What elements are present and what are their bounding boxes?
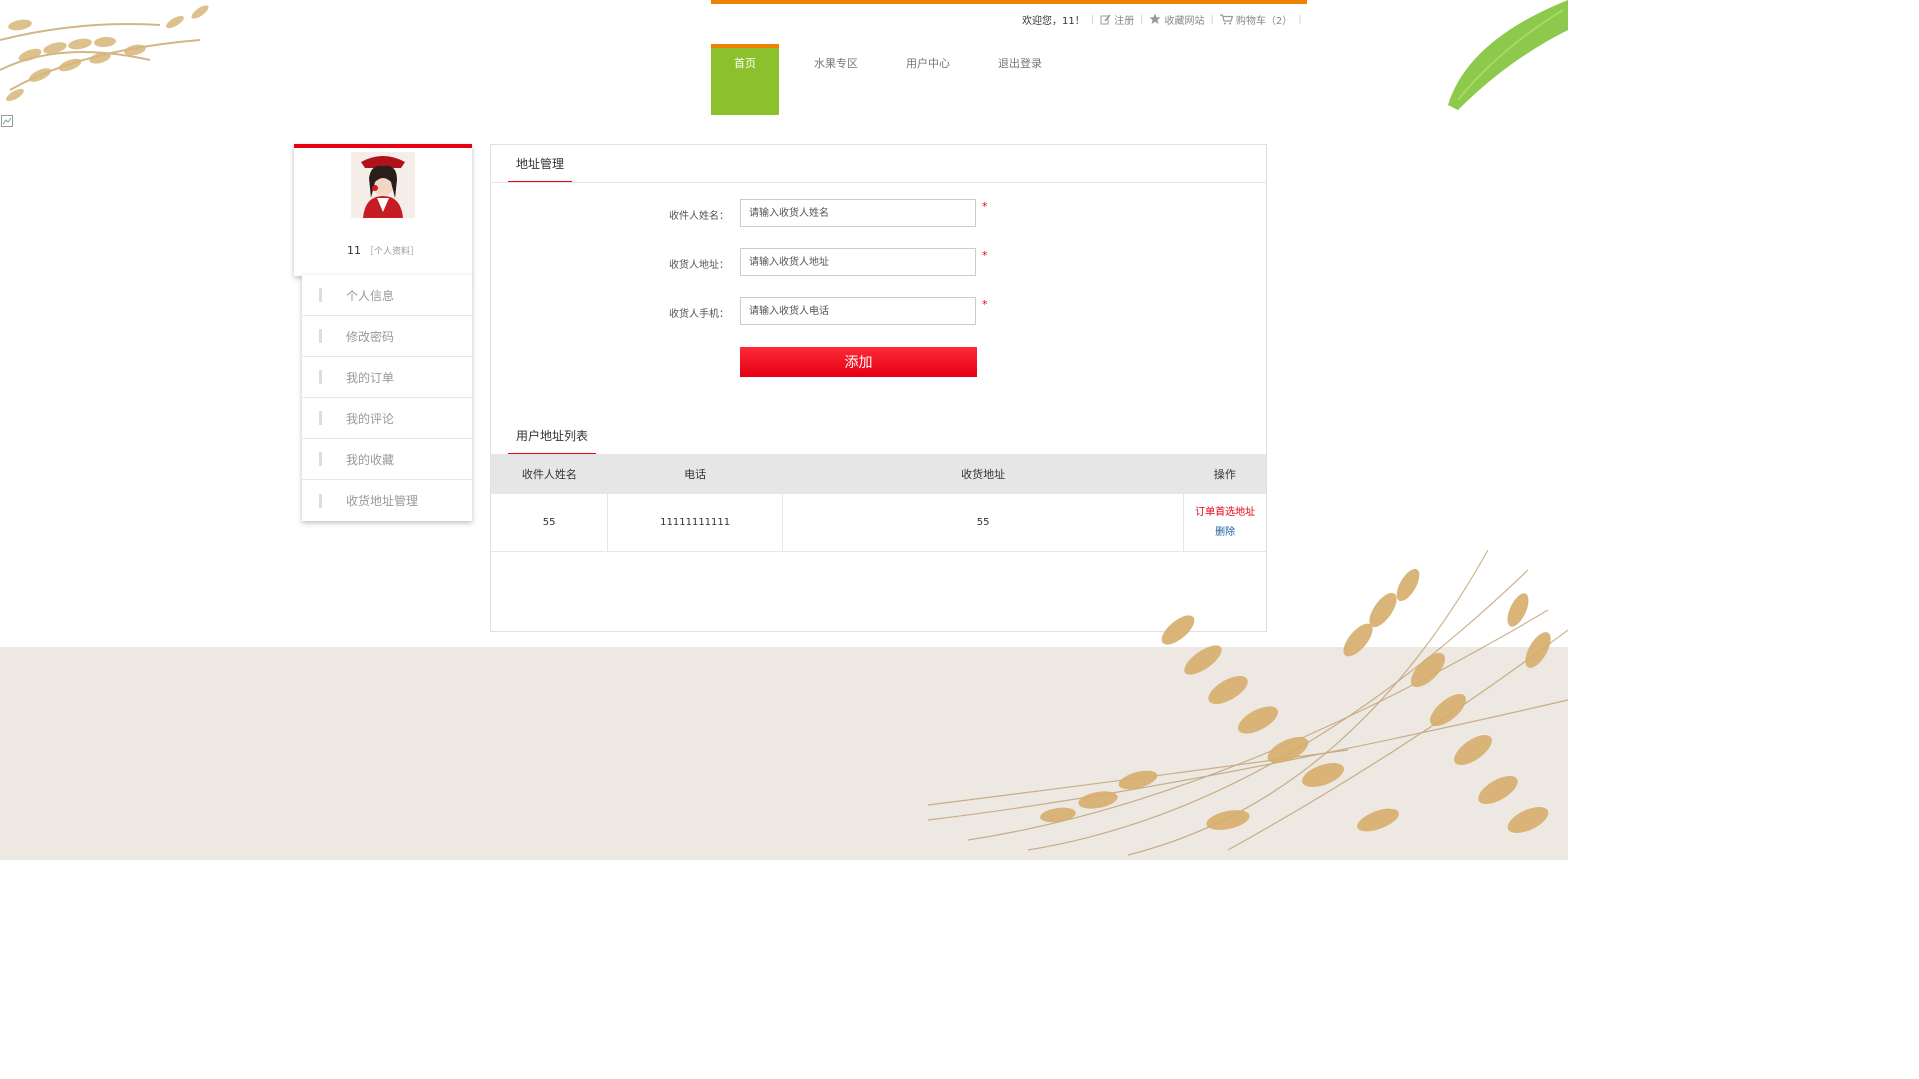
sidebar-item-personal-info[interactable]: 个人信息 <box>302 275 472 316</box>
sidebar-item-change-password[interactable]: 修改密码 <box>302 316 472 357</box>
address-table: 收件人姓名 电话 收货地址 操作 55 11111111111 55 订单首选地… <box>491 454 1266 552</box>
col-header-name: 收件人姓名 <box>491 454 608 494</box>
top-links: 欢迎您，11！ | 注册 | 收藏网站 | 购物车 （2） | <box>1022 12 1302 27</box>
cell-actions: 订单首选地址 删除 <box>1183 494 1266 552</box>
cell-address: 55 <box>782 494 1185 552</box>
receiver-phone-input[interactable] <box>740 297 976 325</box>
col-header-phone: 电话 <box>607 454 783 494</box>
leaf-decoration-top-right <box>1428 0 1568 112</box>
profile-name-line: 11 ［个人资料］ <box>294 244 472 257</box>
add-address-button[interactable]: 添加 <box>740 347 977 377</box>
star-icon <box>1149 13 1161 24</box>
username: 11 <box>346 244 361 257</box>
receiver-name-input[interactable] <box>740 199 976 227</box>
nav-home[interactable]: 首页 <box>711 44 779 115</box>
favorite-site-link[interactable]: 收藏网站 <box>1149 12 1204 27</box>
user-sidebar-menu: 个人信息 修改密码 我的订单 我的评论 我的收藏 收货地址管理 <box>302 275 472 521</box>
table-header-row: 收件人姓名 电话 收货地址 操作 <box>491 454 1266 494</box>
wheat-decoration-top-left <box>0 0 250 110</box>
required-mark: * <box>982 249 988 262</box>
nav-fruit-zone[interactable]: 水果专区 <box>802 44 870 115</box>
address-management-title: 地址管理 <box>508 146 573 183</box>
receiver-address-label: 收货人地址： <box>669 260 729 271</box>
receiver-name-label: 收件人姓名： <box>669 211 729 222</box>
sidebar-item-my-reviews[interactable]: 我的评论 <box>302 398 472 439</box>
cell-phone: 11111111111 <box>607 494 784 552</box>
welcome-text: 欢迎您，11！ <box>1022 15 1085 27</box>
receiver-phone-label: 收货人手机： <box>669 309 729 320</box>
profile-link[interactable]: ［个人资料］ <box>365 247 419 257</box>
sidebar-item-my-orders[interactable]: 我的订单 <box>302 357 472 398</box>
cart-icon <box>1219 13 1233 24</box>
nav-user-center[interactable]: 用户中心 <box>894 44 962 115</box>
col-header-actions: 操作 <box>1183 454 1266 494</box>
avatar[interactable] <box>351 152 415 218</box>
required-mark: * <box>982 298 988 311</box>
nav-logout[interactable]: 退出登录 <box>986 44 1054 115</box>
receiver-address-input[interactable] <box>740 248 976 276</box>
wheat-decoration-bottom-right <box>928 550 1568 860</box>
sidebar-item-address-management[interactable]: 收货地址管理 <box>302 480 472 521</box>
profile-card: 11 ［个人资料］ <box>294 144 472 276</box>
col-header-address: 收货地址 <box>782 454 1184 494</box>
edit-icon <box>1100 14 1111 24</box>
address-list-title: 用户地址列表 <box>508 418 597 455</box>
register-link[interactable]: 注册 <box>1100 12 1134 27</box>
cart-link[interactable]: 购物车 （2） <box>1219 12 1292 27</box>
broken-image-icon <box>1 115 13 127</box>
required-mark: * <box>982 200 988 213</box>
main-nav: 首页 水果专区 用户中心 退出登录 <box>711 44 1078 115</box>
sidebar-item-my-favorites[interactable]: 我的收藏 <box>302 439 472 480</box>
table-row: 55 11111111111 55 订单首选地址 删除 <box>491 494 1266 552</box>
delete-address-link[interactable]: 删除 <box>1185 523 1265 543</box>
cell-name: 55 <box>491 494 609 552</box>
set-default-address-link[interactable]: 订单首选地址 <box>1185 503 1265 523</box>
top-accent-bar <box>711 0 1307 4</box>
